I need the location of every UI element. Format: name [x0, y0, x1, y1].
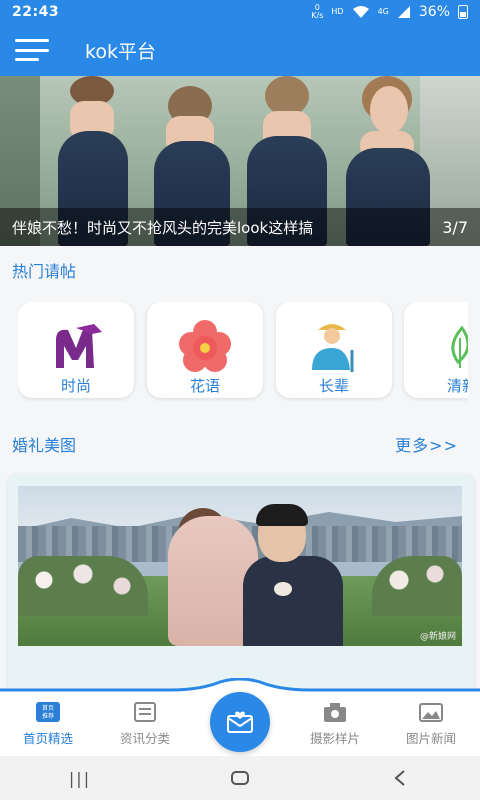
app-title: kok平台: [85, 40, 156, 63]
bottom-nav: 首页 推荐 首页精选 资讯分类 摄影样片 图片新闻: [0, 678, 480, 756]
nav-label: 首页精选: [22, 731, 73, 746]
banner-carousel[interactable]: 伴娘不愁！时尚又不抢风头的完美look这样搞 3/7: [0, 76, 480, 246]
hot-card-fresh[interactable]: 清新: [404, 302, 468, 398]
status-time: 22:43: [12, 4, 60, 20]
back-icon: [394, 770, 405, 786]
status-icons: 0 K/s HD 4G 36%: [311, 4, 468, 20]
home-icon: [231, 771, 249, 785]
nav-category[interactable]: 资讯分类: [100, 700, 190, 747]
nav-label: 资讯分类: [119, 731, 170, 746]
banner-caption: 伴娘不愁！时尚又不抢风头的完美look这样搞: [12, 218, 314, 237]
back-button[interactable]: [380, 763, 420, 793]
menu-icon[interactable]: [15, 39, 49, 61]
picture-icon: [419, 703, 443, 722]
hot-card-flower[interactable]: 花语: [147, 302, 263, 398]
nav-home[interactable]: 首页 推荐 首页精选: [3, 700, 93, 747]
system-nav-bar: |||: [0, 756, 480, 800]
signal-type: 4G: [377, 7, 389, 16]
banner-caption-bar: 伴娘不愁！时尚又不抢风头的完美look这样搞 3/7: [0, 208, 480, 246]
camera-icon: [324, 703, 346, 722]
app-bar: kok平台: [0, 24, 480, 76]
signal-icon: [397, 6, 410, 18]
wedding-section-title: 婚礼美图: [12, 436, 77, 455]
nav-photo-news[interactable]: 图片新闻: [386, 700, 476, 747]
hot-section-title: 热门请帖: [12, 262, 77, 281]
nav-label: 图片新闻: [405, 731, 456, 746]
net-speed-unit: K/s: [311, 11, 324, 20]
elder-icon: [312, 324, 354, 372]
battery-percent: 36%: [418, 4, 450, 20]
home-icon-text-bottom: 推荐: [42, 712, 54, 720]
fashion-icon: [56, 324, 102, 368]
home-icon-text-top: 首页: [42, 704, 54, 712]
more-link[interactable]: 更多>>: [395, 432, 458, 456]
wifi-icon: [352, 6, 369, 18]
hot-card-label: 花语: [189, 377, 220, 395]
wedding-photo: @新娘网: [18, 486, 462, 646]
hot-card-label: 清新: [446, 377, 468, 395]
home-recommend-icon: 首页 推荐: [36, 702, 60, 722]
hot-card-fashion[interactable]: 时尚: [18, 302, 134, 398]
status-bar: 22:43 0 K/s HD 4G 36%: [0, 0, 480, 24]
hot-cards-row: 时尚 花语 长辈 清新: [18, 302, 468, 402]
recent-apps-icon: |||: [68, 768, 92, 788]
nav-label: 摄影样片: [309, 731, 360, 746]
hot-card-label: 长辈: [318, 377, 349, 395]
battery-icon: [458, 5, 468, 19]
photo-watermark: @新娘网: [419, 632, 456, 642]
flower-icon: [179, 320, 231, 372]
invitation-icon: [227, 711, 253, 733]
center-invitation-button[interactable]: [210, 692, 270, 752]
hot-card-label: 时尚: [60, 377, 91, 395]
hd-badge: HD: [331, 7, 344, 16]
leaf-icon: [451, 325, 468, 368]
home-button[interactable]: [220, 763, 260, 793]
hot-card-elder[interactable]: 长辈: [276, 302, 392, 398]
recent-apps-button[interactable]: |||: [60, 763, 100, 793]
news-category-icon: [134, 702, 156, 722]
nav-photography[interactable]: 摄影样片: [290, 700, 380, 747]
net-speed: 0 K/s: [311, 4, 323, 20]
banner-pager: 3/7: [442, 217, 468, 237]
